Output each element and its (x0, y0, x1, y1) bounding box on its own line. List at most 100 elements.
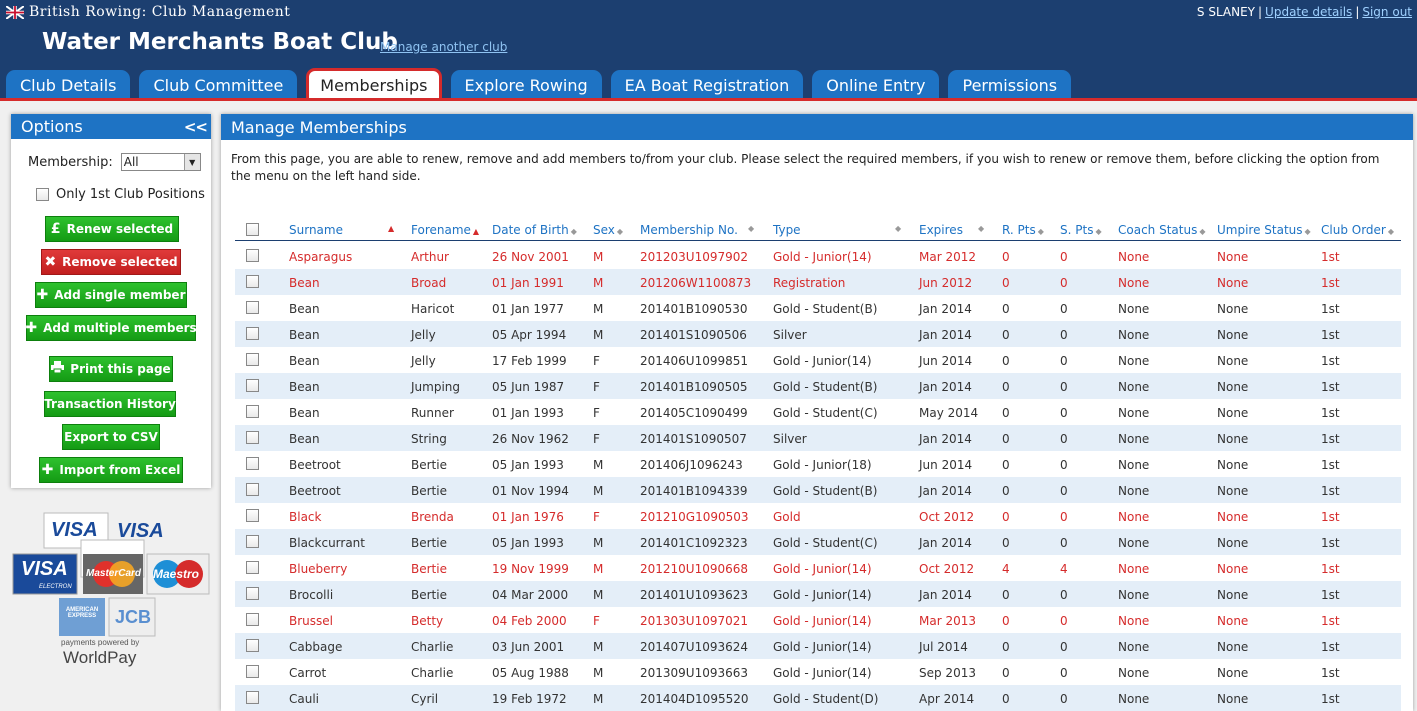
sort-icon[interactable]: ◆ (1038, 227, 1044, 236)
column-membership-no[interactable]: Membership No. (640, 223, 738, 237)
sort-asc-icon[interactable]: ▲ (473, 227, 479, 236)
row-select-checkbox[interactable] (246, 301, 259, 314)
cell-spts: 0 (1060, 588, 1068, 602)
tab-memberships[interactable]: Memberships (306, 68, 442, 100)
row-select-checkbox[interactable] (246, 509, 259, 522)
row-select-checkbox[interactable] (246, 249, 259, 262)
column-coach-status[interactable]: Coach Status ◆ (1118, 223, 1206, 237)
import-excel-button[interactable]: ✚ Import from Excel (39, 457, 183, 483)
cell-no: 201407U1093624 (640, 640, 749, 654)
sort-asc-icon[interactable]: ▲ (388, 224, 394, 233)
dropdown-arrow-icon[interactable]: ▼ (183, 154, 200, 170)
sort-icon[interactable]: ◆ (571, 227, 577, 236)
column-club-order[interactable]: Club Order ◆ (1321, 223, 1394, 237)
update-details-link[interactable]: Update details (1265, 5, 1352, 19)
tab-explore-rowing[interactable]: Explore Rowing (450, 70, 602, 100)
row-select-checkbox[interactable] (246, 379, 259, 392)
row-select-checkbox[interactable] (246, 483, 259, 496)
table-row[interactable]: Bean Broad 01 Jan 1991 M 201206W1100873 Regis… (235, 269, 1401, 295)
table-row[interactable]: Cabbage Charlie 03 Jun 2001 M 201407U1093624… (235, 633, 1401, 659)
column-type[interactable]: Type (773, 223, 801, 237)
cell-type: Gold - Junior(18) (773, 458, 872, 472)
sort-icon[interactable]: ◆ (895, 224, 901, 233)
table-row[interactable]: Bean Haricot 01 Jan 1977 M 201401B1090530 Gol… (235, 295, 1401, 321)
renew-selected-button[interactable]: £ Renew selected (45, 216, 179, 242)
cell-order: 1st (1321, 276, 1340, 290)
table-row[interactable]: Black Brenda 01 Jan 1976 F 201210G1090503 Gol… (235, 503, 1401, 529)
tab-club-details[interactable]: Club Details (6, 70, 131, 100)
table-row[interactable]: Brussel Betty 04 Feb 2000 F 201303U1097021 Go… (235, 607, 1401, 633)
table-row[interactable]: Bean Runner 01 Jan 1993 F 201405C1090499 Gold… (235, 399, 1401, 425)
tab-permissions[interactable]: Permissions (948, 70, 1072, 100)
sign-out-link[interactable]: Sign out (1362, 5, 1412, 19)
membership-select[interactable]: All ▼ (120, 153, 201, 171)
sort-icon[interactable]: ◆ (1199, 227, 1205, 236)
table-row[interactable]: Bean String 26 Nov 1962 F 201401S1090507 Silv… (235, 425, 1401, 451)
cell-spts: 0 (1060, 614, 1068, 628)
tab-ea-boat-registration[interactable]: EA Boat Registration (610, 70, 804, 100)
add-single-member-button[interactable]: ✚ Add single member (35, 282, 187, 308)
table-row[interactable]: Blueberry Bertie 19 Nov 1999 M 201210U109066… (235, 555, 1401, 581)
column-r-pts[interactable]: R. Pts ◆ (1002, 223, 1044, 237)
row-select-checkbox[interactable] (246, 431, 259, 444)
table-row[interactable]: Bean Jelly 17 Feb 1999 F 201406U1099851 Gold … (235, 347, 1401, 373)
tab-club-committee[interactable]: Club Committee (139, 70, 298, 100)
column-umpire-status[interactable]: Umpire Status ◆ (1217, 223, 1311, 237)
sort-icon[interactable]: ◆ (748, 224, 754, 233)
cell-surname: Carrot (289, 666, 327, 680)
tab-online-entry[interactable]: Online Entry (812, 70, 940, 100)
table-row[interactable]: Bean Jelly 05 Apr 1994 M 201401S1090506 Silve… (235, 321, 1401, 347)
table-row[interactable]: Beetroot Bertie 05 Jan 1993 M 201406J1096243… (235, 451, 1401, 477)
cell-expires: Jul 2014 (919, 640, 968, 654)
cell-sex: M (593, 692, 604, 706)
table-row[interactable]: Bean Jumping 05 Jun 1987 F 201401B1090505 Gol… (235, 373, 1401, 399)
sort-icon[interactable]: ◆ (1388, 227, 1394, 236)
manage-title: Manage Memberships (231, 117, 407, 137)
manage-another-club-link[interactable]: Manage another club (380, 40, 507, 54)
table-row[interactable]: Cauli Cyril 19 Feb 1972 M 201404D1095520 Gold… (235, 685, 1401, 711)
export-csv-button[interactable]: Export to CSV (62, 424, 160, 450)
sort-icon[interactable]: ◆ (1305, 227, 1311, 236)
column-surname[interactable]: Surname (289, 223, 343, 237)
column-date-of-birth[interactable]: Date of Birth ◆ (492, 223, 577, 237)
row-select-checkbox[interactable] (246, 613, 259, 626)
transaction-history-button[interactable]: Transaction History (44, 391, 176, 417)
sort-icon[interactable]: ◆ (1095, 227, 1101, 236)
add-multiple-members-button[interactable]: ✚ Add multiple members (25, 315, 197, 341)
column-s-pts[interactable]: S. Pts ◆ (1060, 223, 1102, 237)
jcb-logo: JCB (115, 607, 152, 627)
only-first-club-checkbox[interactable] (36, 188, 49, 201)
collapse-panel-button[interactable]: << (184, 118, 208, 136)
row-select-checkbox[interactable] (246, 535, 259, 548)
column-expires[interactable]: Expires (919, 223, 963, 237)
cell-surname: Bean (289, 380, 320, 394)
table-row[interactable]: Brocolli Bertie 04 Mar 2000 M 201401U1093623… (235, 581, 1401, 607)
select-all-checkbox[interactable] (246, 223, 259, 236)
print-page-button[interactable]: Print this page (49, 356, 173, 382)
row-select-checkbox[interactable] (246, 457, 259, 470)
sort-icon[interactable]: ◆ (978, 224, 984, 233)
table-row[interactable]: Asparagus Arthur 26 Nov 2001 M 201203U109790… (235, 243, 1401, 269)
cell-sex: M (593, 666, 604, 680)
row-select-checkbox[interactable] (246, 327, 259, 340)
row-select-checkbox[interactable] (246, 353, 259, 366)
cell-no: 201309U1093663 (640, 666, 749, 680)
row-select-checkbox[interactable] (246, 587, 259, 600)
table-row[interactable]: Blackcurrant Bertie 05 Jan 1993 M 201401C109… (235, 529, 1401, 555)
row-select-checkbox[interactable] (246, 639, 259, 652)
row-select-checkbox[interactable] (246, 691, 259, 704)
table-row[interactable]: Carrot Charlie 05 Aug 1988 M 201309U1093663 G… (235, 659, 1401, 685)
sort-icon[interactable]: ◆ (617, 227, 623, 236)
cell-order: 1st (1321, 458, 1340, 472)
remove-selected-button[interactable]: ✖ Remove selected (41, 249, 181, 275)
row-select-checkbox[interactable] (246, 275, 259, 288)
cell-rpts: 0 (1002, 692, 1010, 706)
table-row[interactable]: Beetroot Bertie 01 Nov 1994 M 201401B1094339… (235, 477, 1401, 503)
column-forename[interactable]: Forename ▲ (411, 223, 479, 237)
row-select-checkbox[interactable] (246, 561, 259, 574)
row-select-checkbox[interactable] (246, 665, 259, 678)
cell-sex: F (593, 614, 600, 628)
row-select-checkbox[interactable] (246, 405, 259, 418)
column-sex[interactable]: Sex ◆ (593, 223, 623, 237)
manage-memberships-panel: Manage Memberships From this page, you a… (221, 114, 1413, 711)
